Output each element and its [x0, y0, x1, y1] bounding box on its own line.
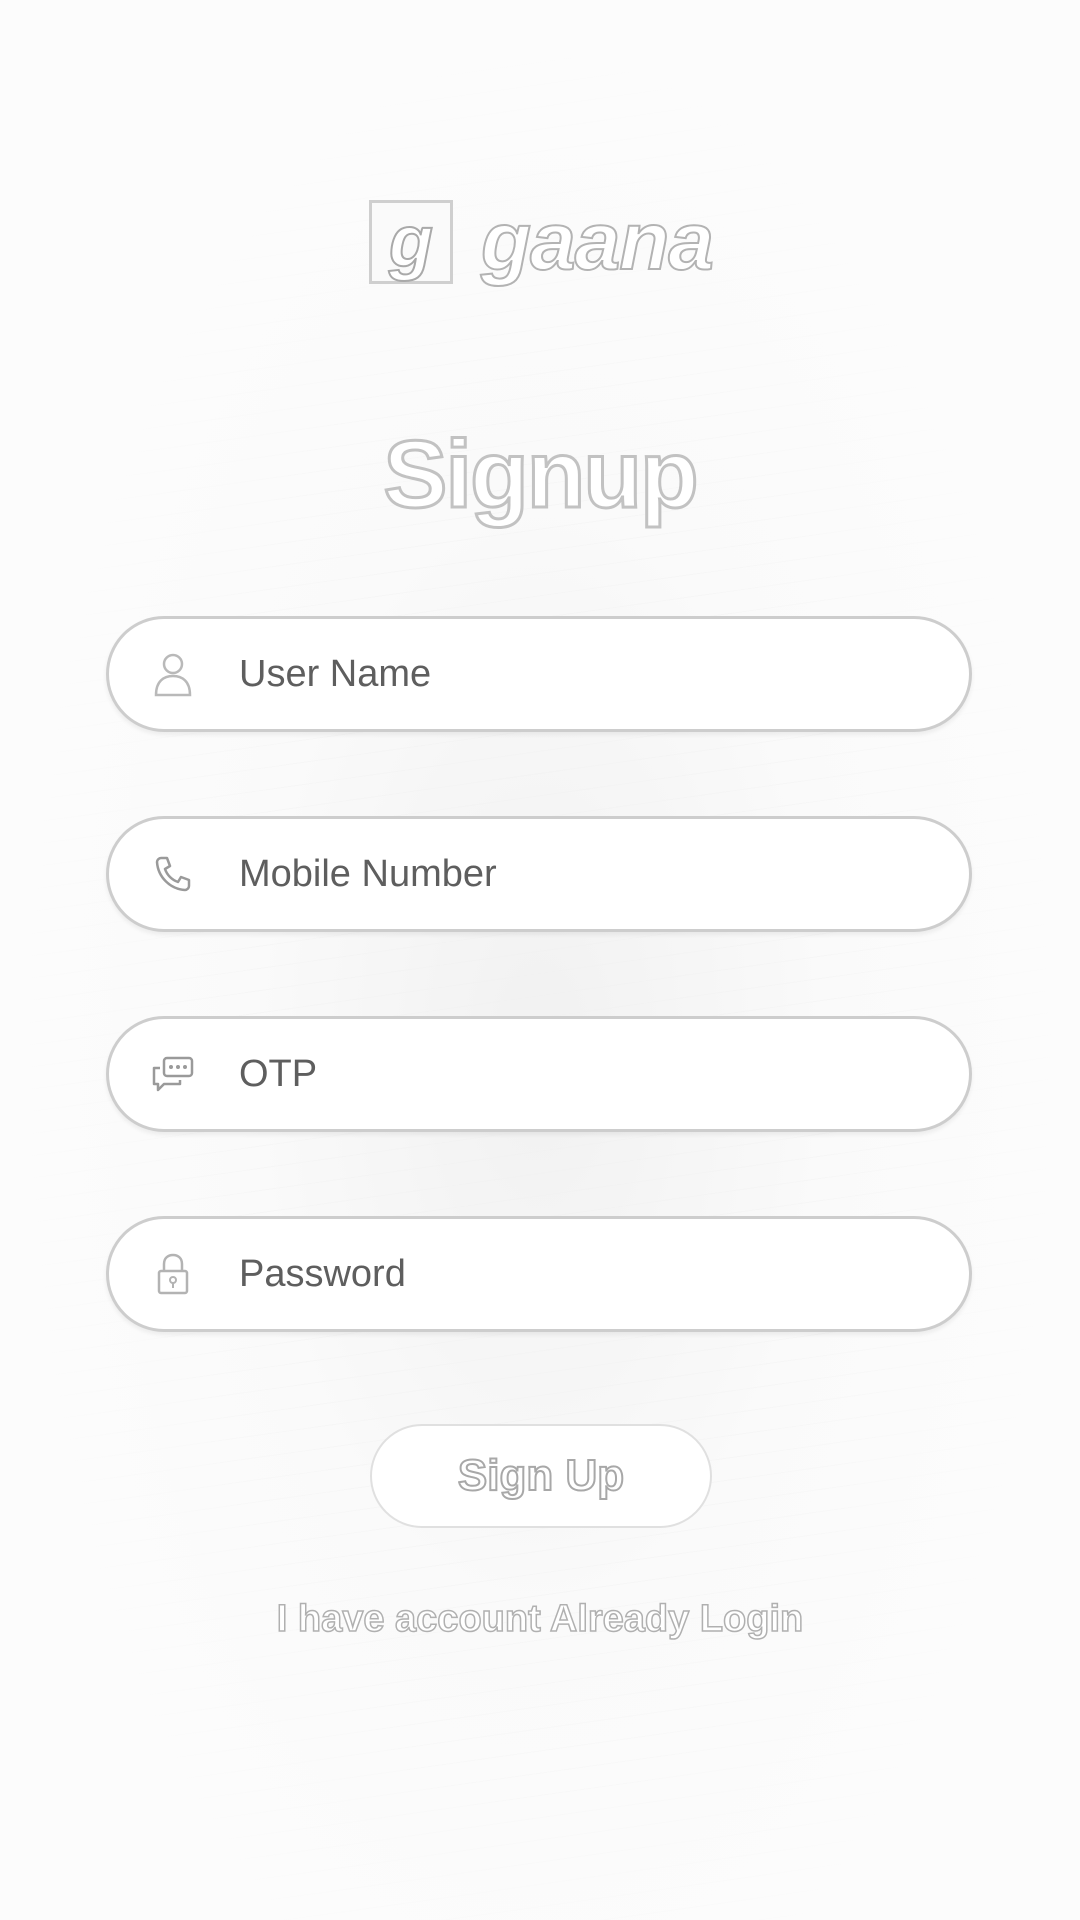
mobile-number-input[interactable] [239, 852, 919, 896]
logo-mark: g [369, 200, 453, 284]
chat-bubbles-icon [149, 1050, 197, 1098]
login-link[interactable]: I have account Already Login [0, 1597, 1080, 1641]
password-field[interactable] [106, 1216, 972, 1332]
gaana-logo: g gaana [369, 196, 715, 288]
username-input[interactable] [239, 652, 919, 696]
user-icon [149, 650, 197, 698]
phone-icon [149, 850, 197, 898]
sign-up-button-label: Sign Up [457, 1450, 625, 1501]
page-title: Signup [382, 420, 700, 530]
username-field[interactable] [106, 616, 972, 732]
lock-icon [149, 1250, 197, 1298]
otp-field[interactable] [106, 1016, 972, 1132]
otp-input[interactable] [239, 1052, 919, 1096]
logo-glyph: g [388, 202, 434, 282]
signup-screen: g gaana Signup User Name Mobile Number O… [0, 0, 1080, 1920]
logo-wordmark: gaana [480, 196, 715, 287]
sign-up-button[interactable]: Sign Up [370, 1424, 712, 1528]
mobile-number-field[interactable] [106, 816, 972, 932]
password-input[interactable] [239, 1252, 919, 1296]
